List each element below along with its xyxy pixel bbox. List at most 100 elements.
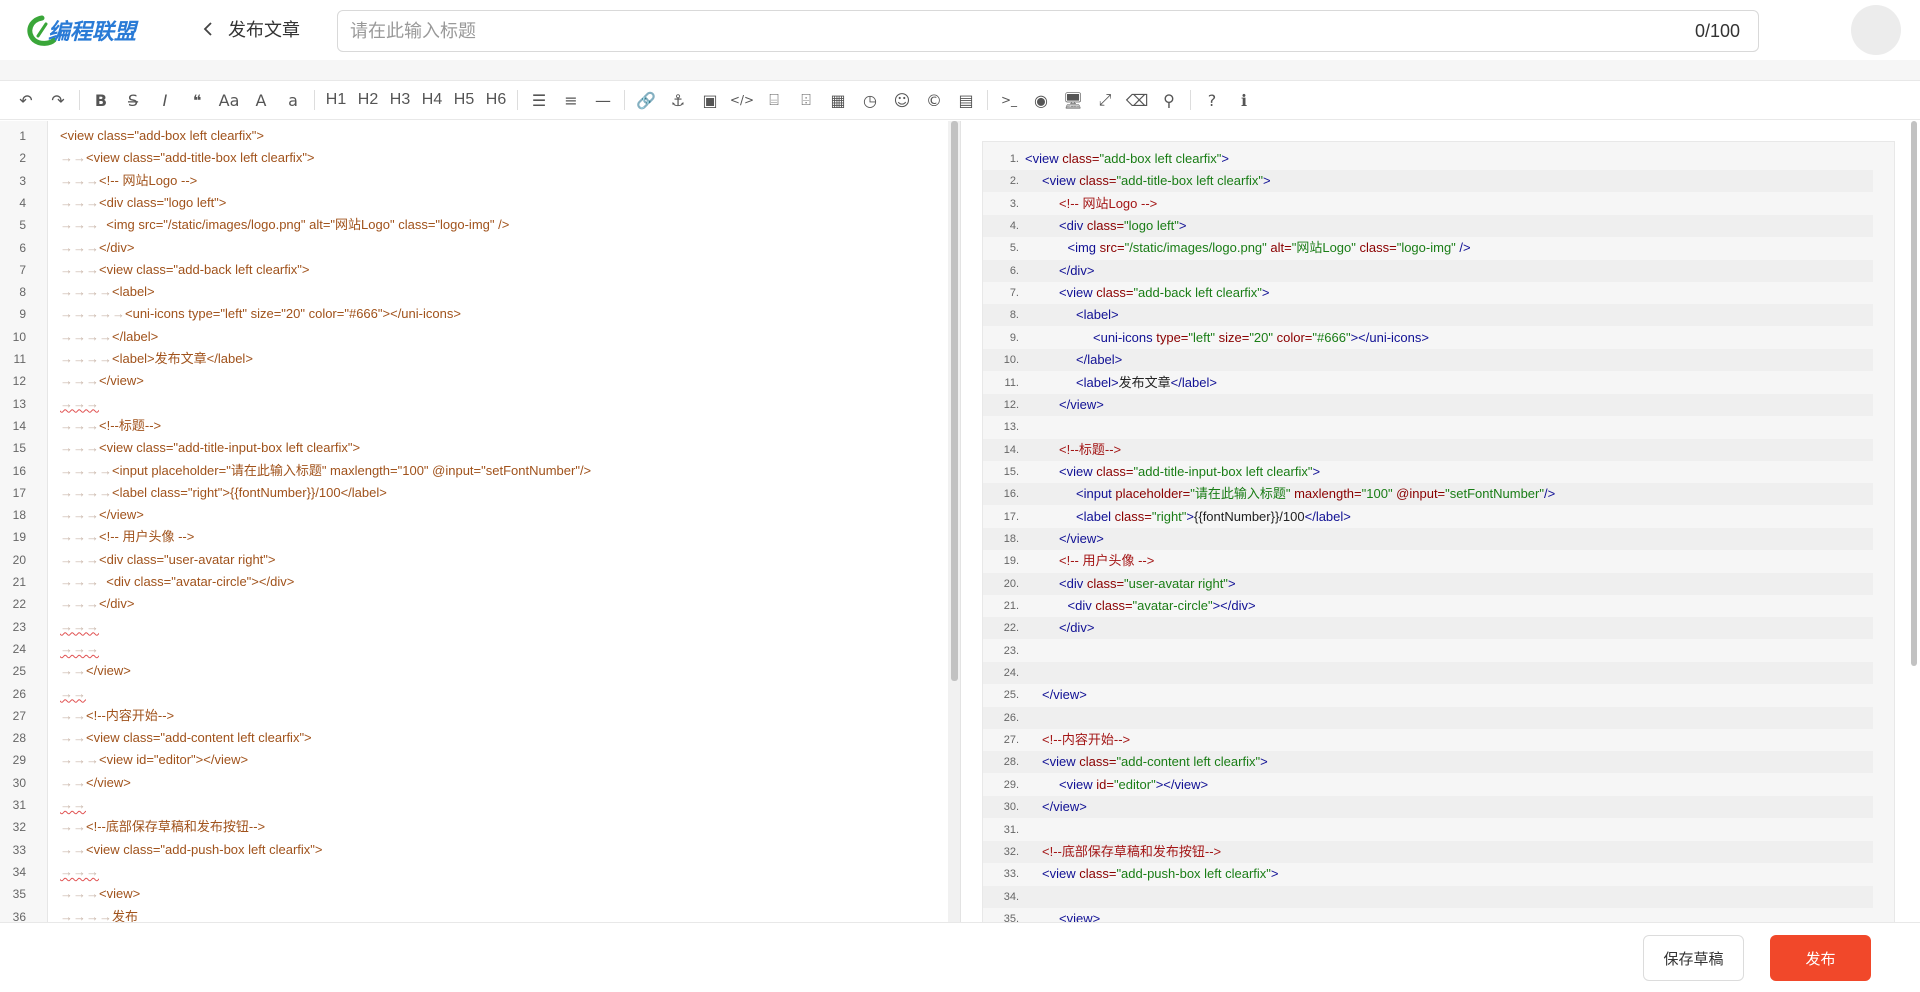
link-icon[interactable]: 🔗 [630, 85, 662, 115]
code-token: "right" [1151, 508, 1187, 524]
h3-button[interactable]: H3 [384, 85, 416, 115]
uppercase-a-icon[interactable]: A [245, 85, 277, 115]
pagebreak-icon[interactable]: ▤ [950, 85, 982, 115]
code-token: "请在此输入标题" [1190, 486, 1295, 502]
editor-code: <!--标题--> [99, 417, 162, 433]
editor-line-text: →→→</view> [60, 504, 144, 526]
user-avatar[interactable] [1851, 5, 1901, 55]
desktop-icon[interactable]: 🖥 [1057, 85, 1089, 115]
preview-line-number: 29. [1003, 778, 1019, 791]
editor-line: 15 →→→<view class="add-title-input-box le… [0, 437, 948, 459]
back-button[interactable]: 发布文章 [200, 14, 300, 44]
preview-code: <view class="add-title-box left clearfix… [1042, 170, 1271, 192]
datetime-icon[interactable]: ◷ [854, 85, 886, 115]
search-icon[interactable]: ⚲ [1153, 85, 1185, 115]
editor-line-text: →→→ <img src="/static/images/logo.png" a… [60, 214, 509, 236]
code-file-icon[interactable]: ⌹ [790, 85, 822, 115]
title-input[interactable] [350, 20, 1695, 42]
editor-line: 27 →→<!--内容开始--> [0, 705, 948, 727]
terminal-icon[interactable]: >_ [993, 85, 1025, 115]
code-token: type= [1156, 329, 1189, 345]
table-icon[interactable]: ▦ [822, 85, 854, 115]
site-logo[interactable]: 编程联盟 [24, 10, 154, 50]
editor-code: <view class="add-content left clearfix"> [86, 730, 312, 746]
unordered-list-icon[interactable]: ☰ [523, 85, 555, 115]
strikethrough-icon[interactable]: S̶ [117, 85, 149, 115]
preview-code: <label>发布文章</label> [1076, 372, 1217, 394]
editor-line: 8 →→→→<label> [0, 281, 948, 303]
preview-line-number: 32. [1003, 845, 1019, 858]
editor-line-text: →→</view> [60, 772, 131, 794]
save-draft-button[interactable]: 保存草稿 [1643, 935, 1744, 981]
h5-button[interactable]: H5 [448, 85, 480, 115]
code-token: <!--内容开始--> [1042, 732, 1131, 748]
h4-button[interactable]: H4 [416, 85, 448, 115]
uppercase-icon[interactable]: Aa [213, 85, 245, 115]
preview-toggle-icon[interactable]: ◉ [1025, 85, 1057, 115]
code-token: <label> [1076, 374, 1119, 390]
preview-code: <!-- 网站Logo --> [1059, 193, 1157, 215]
preview-line: 30. </view> [983, 796, 1873, 819]
editor-code: <!-- 网站Logo --> [99, 172, 198, 188]
redo-icon[interactable]: ↷ [42, 85, 74, 115]
emoji-icon[interactable]: ☺ [886, 85, 918, 115]
code-token: <view [1059, 463, 1097, 479]
preview-line: 8. <label> [983, 304, 1873, 327]
markdown-editor[interactable]: 1 <view class="add-box left clearfix"> 2 →→… [0, 121, 960, 922]
html-entity-icon[interactable]: © [918, 85, 950, 115]
preview-line-number: 14. [1003, 443, 1019, 456]
undo-icon[interactable]: ↶ [10, 85, 42, 115]
ordered-list-icon[interactable]: ≡ [555, 85, 587, 115]
preview-code: </view> [1059, 394, 1104, 416]
preview-line: 7. <view class="add-back left clearfix"> [983, 282, 1873, 304]
code-token: class= [1096, 285, 1134, 301]
code-preview: 1. <view class="add-box left clearfix"> 2.… [982, 141, 1895, 922]
code-token: <!-- 网站Logo --> [1059, 195, 1158, 211]
indent-marker: →→→ [60, 261, 99, 277]
code-token: </view> [1059, 396, 1104, 412]
editor-code: <label>发布文章</label> [112, 351, 253, 366]
preview-code: <view class="add-push-box left clearfix"… [1042, 863, 1279, 885]
code-token: "add-content left clearfix" [1116, 754, 1261, 770]
editor-scrollbar-thumb[interactable] [951, 121, 958, 681]
h1-button[interactable]: H1 [320, 85, 352, 115]
preview-line: 15. <view class="add-title-input-box left… [983, 461, 1873, 483]
code-token: color= [1276, 329, 1313, 345]
eraser-icon[interactable]: ⌫ [1121, 85, 1153, 115]
code-token: </div> [1059, 620, 1095, 636]
line-number: 16 [12, 463, 26, 478]
fullscreen-icon[interactable]: ⤢ [1089, 85, 1121, 115]
publish-button[interactable]: 发布 [1770, 935, 1871, 981]
bottom-action-bar: 保存草稿 发布 [0, 922, 1920, 992]
preview-line: 32. <!--底部保存草稿和发布按钮--> [983, 840, 1873, 863]
lowercase-a-icon[interactable]: a [277, 85, 309, 115]
editor-code: </div> [99, 596, 135, 612]
help-icon[interactable]: ? [1196, 85, 1228, 115]
h6-button[interactable]: H6 [480, 85, 512, 115]
line-number: 9 [19, 307, 26, 322]
preview-line-number: 9. [1009, 331, 1019, 344]
anchor-icon[interactable]: ⚓ [662, 85, 694, 115]
code-token: <label [1076, 508, 1115, 524]
code-token: > [1227, 575, 1236, 591]
horizontal-rule-icon[interactable]: — [587, 85, 619, 115]
image-icon[interactable]: ▣ [694, 85, 726, 115]
italic-icon[interactable]: I [149, 85, 181, 115]
code-icon[interactable]: </> [726, 85, 758, 115]
preview-code: </div> [1059, 260, 1094, 282]
h2-button[interactable]: H2 [352, 85, 384, 115]
code-token: "add-push-box left clearfix" [1116, 866, 1271, 882]
code-token: {{fontNumber}}/100 [1194, 508, 1305, 524]
indent-marker: →→→ [60, 551, 99, 567]
code-block-icon[interactable]: ⌸ [758, 85, 790, 115]
bold-icon[interactable]: B [85, 85, 117, 115]
info-icon[interactable]: ℹ [1228, 85, 1260, 115]
preview-line-number: 8. [1009, 309, 1019, 322]
code-token: <view [1059, 285, 1097, 301]
indent-marker: →→→ [60, 507, 99, 523]
preview-scrollbar-thumb[interactable] [1911, 121, 1917, 666]
preview-code: <label class="right">{{fontNumber}}/100<… [1076, 506, 1351, 528]
line-number: 3 [19, 173, 26, 188]
preview-code: <view class="add-content left clearfix"> [1042, 751, 1268, 773]
quote-icon[interactable]: ❝ [181, 85, 213, 115]
